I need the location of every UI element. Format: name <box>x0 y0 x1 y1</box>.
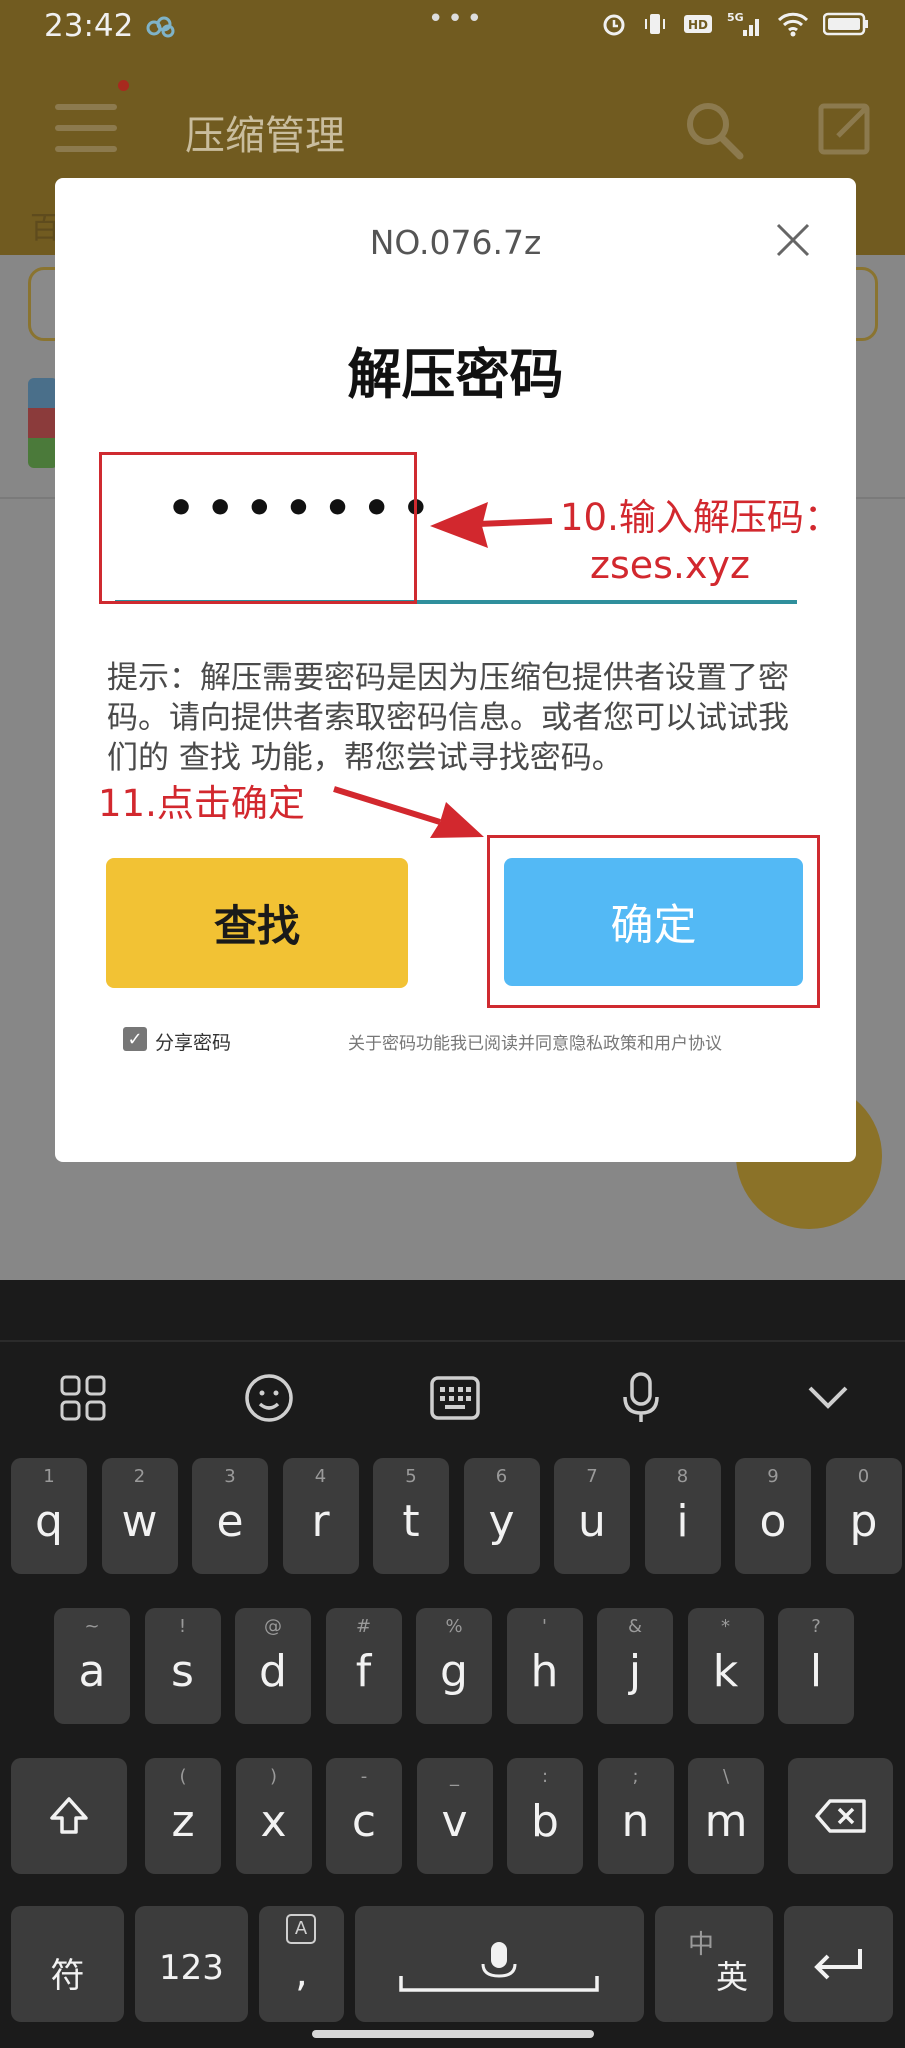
soft-keyboard: 1q2w3e4r5t6y7u8i9o0p ~ a! s @ d # f% g ' h & j * k? l … <box>0 1280 905 2048</box>
key-h[interactable]: ' h <box>506 1608 583 1724</box>
home-indicator[interactable] <box>312 2030 594 2038</box>
key-k[interactable]: * k <box>687 1608 764 1724</box>
enter-key[interactable] <box>784 1906 893 2022</box>
key-d[interactable]: @ d <box>235 1608 311 1724</box>
arrow-step10 <box>430 502 553 548</box>
emoji-icon[interactable] <box>239 1368 299 1428</box>
comma-key[interactable]: A , <box>259 1906 344 2022</box>
backspace-key[interactable] <box>788 1758 893 1874</box>
key-z[interactable]: (z <box>145 1758 221 1874</box>
key-x[interactable]: ) x <box>235 1758 312 1874</box>
arrow-step11 <box>333 786 484 838</box>
microphone-icon[interactable] <box>611 1368 671 1428</box>
caps-badge: A <box>286 1914 316 1944</box>
key-i[interactable]: 8i <box>644 1458 721 1574</box>
key-o[interactable]: 9o <box>735 1458 811 1574</box>
key-t[interactable]: 5t <box>373 1458 449 1574</box>
apps-grid-icon[interactable] <box>53 1368 113 1428</box>
key-u[interactable]: 7u <box>554 1458 630 1574</box>
key-w[interactable]: 2w <box>101 1458 178 1574</box>
key-m[interactable]: \ m <box>688 1758 764 1874</box>
space-key[interactable] <box>355 1906 644 2022</box>
collapse-keyboard-icon[interactable] <box>798 1368 858 1428</box>
language-switch-key[interactable]: 中 英 <box>668 1906 773 2022</box>
key-p[interactable]: 0p <box>825 1458 902 1574</box>
keyboard-layout-icon[interactable] <box>425 1368 485 1428</box>
key-n[interactable]: ; n <box>597 1758 674 1874</box>
key-c[interactable]: -c <box>326 1758 402 1874</box>
key-r[interactable]: 4r <box>282 1458 359 1574</box>
shift-key[interactable] <box>11 1758 127 1874</box>
numbers-key[interactable]: 123 <box>135 1906 248 2022</box>
key-q[interactable]: 1q <box>11 1458 87 1574</box>
key-b[interactable]: :b <box>507 1758 583 1874</box>
key-f[interactable]: # f <box>325 1608 402 1724</box>
key-v[interactable]: _ v <box>416 1758 493 1874</box>
key-g[interactable]: % g <box>416 1608 492 1724</box>
key-a[interactable]: ~ a <box>54 1608 130 1724</box>
keyboard-divider <box>0 1340 905 1342</box>
symbols-key[interactable]: 符 <box>11 1906 124 2022</box>
key-e[interactable]: 3e <box>192 1458 268 1574</box>
key-l[interactable]: ? l <box>778 1608 854 1724</box>
key-y[interactable]: 6y <box>463 1458 540 1574</box>
key-j[interactable]: & j <box>597 1608 673 1724</box>
key-s[interactable]: ! s <box>144 1608 221 1724</box>
